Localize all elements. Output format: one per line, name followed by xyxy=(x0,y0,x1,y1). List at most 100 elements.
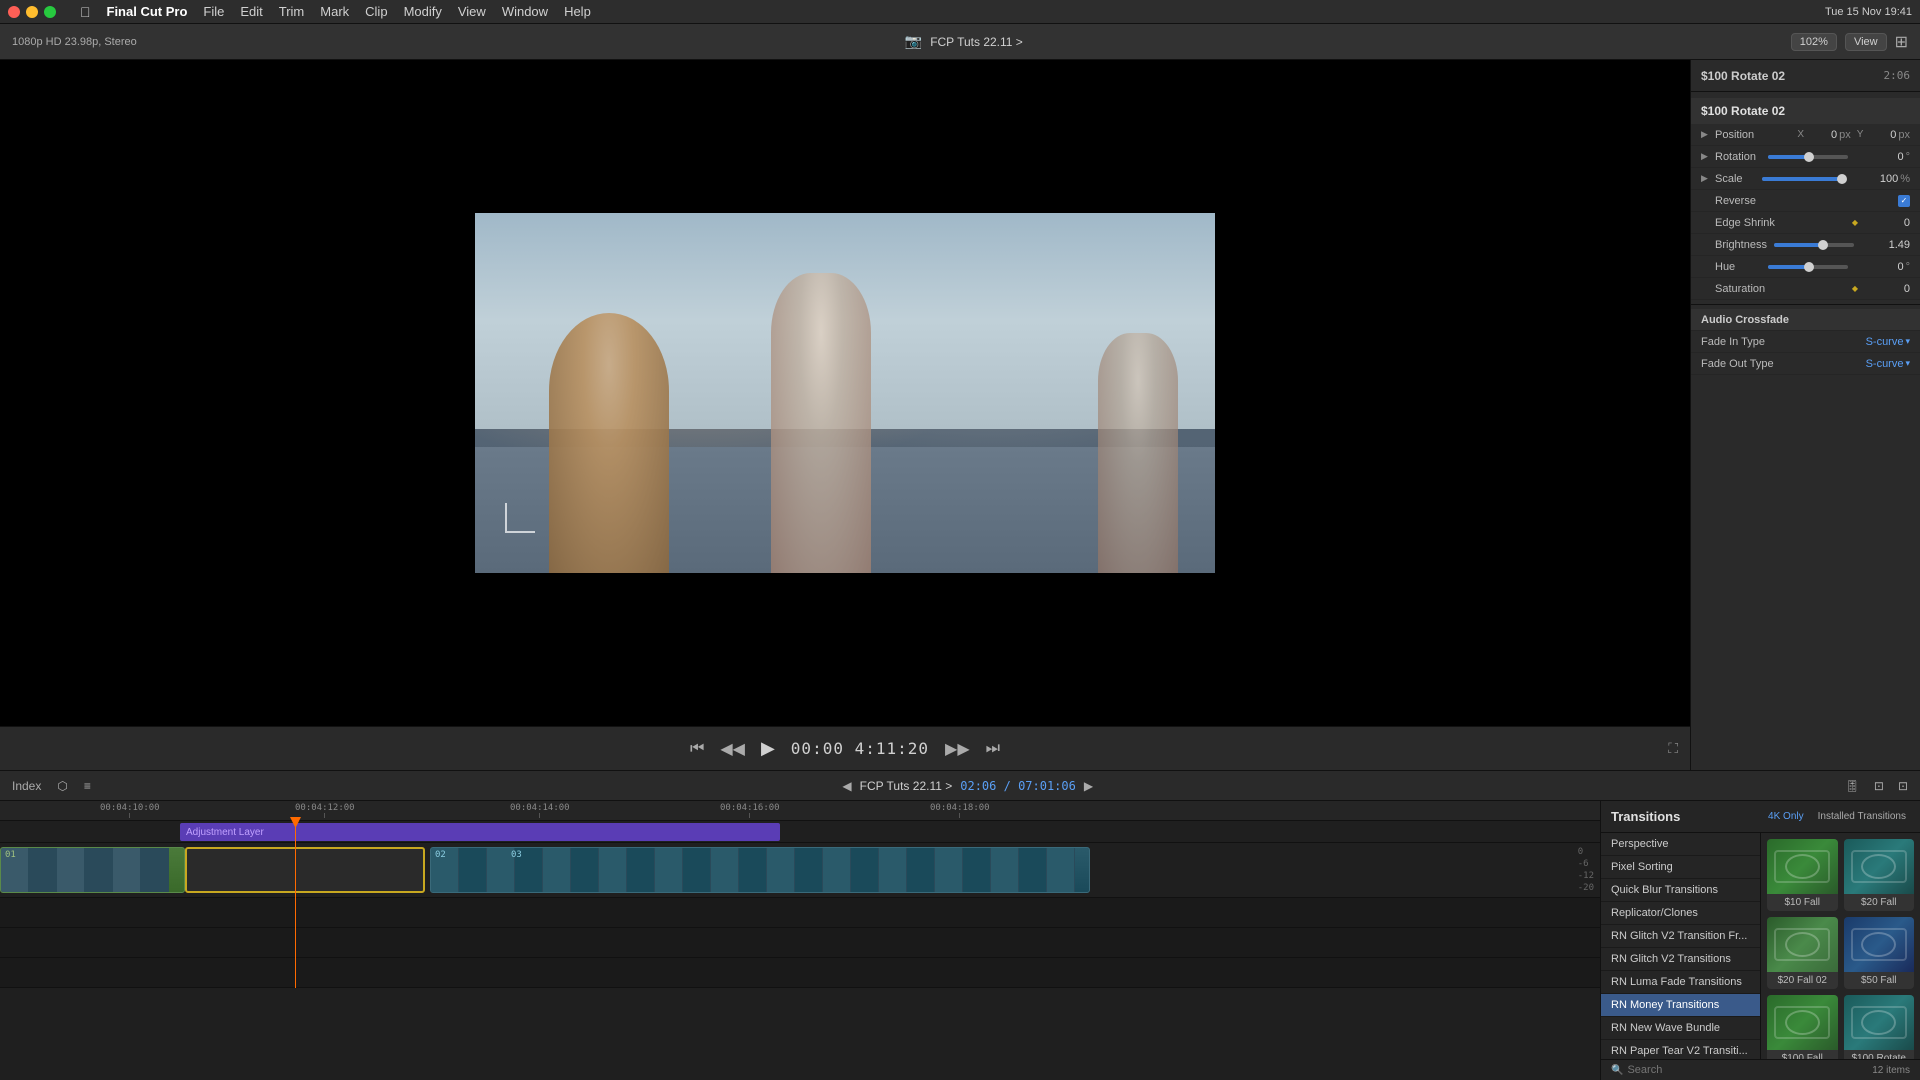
filter-4k-only[interactable]: 4K Only xyxy=(1764,810,1808,823)
project-name[interactable]: FCP Tuts 22.11 > xyxy=(930,35,1023,49)
view-dropdown[interactable]: View xyxy=(1845,33,1887,51)
saturation-value[interactable]: 0 xyxy=(1860,283,1910,295)
transition-card-20-fall-02[interactable]: $20 Fall 02 xyxy=(1767,917,1838,989)
timeline-center: ◀ FCP Tuts 22.11 > 02:06 / 07:01:06 ▶ xyxy=(103,779,1833,793)
category-perspective[interactable]: Perspective xyxy=(1601,833,1760,856)
maximize-button[interactable] xyxy=(44,6,56,18)
fade-in-type-value[interactable]: S-curve xyxy=(1866,336,1904,348)
menu-edit[interactable]: Edit xyxy=(240,4,262,19)
close-button[interactable] xyxy=(8,6,20,18)
scale-slider[interactable] xyxy=(1762,177,1842,181)
transition-card-20-fall[interactable]: $20 Fall xyxy=(1844,839,1915,911)
saturation-keyframe-icon[interactable]: ◆ xyxy=(1852,284,1858,293)
transitions-body: Perspective Pixel Sorting Quick Blur Tra… xyxy=(1601,833,1920,1059)
skip-forward-button[interactable]: ⏭ xyxy=(986,740,1000,758)
scale-unit: % xyxy=(1900,173,1910,185)
edge-shrink-keyframe-icon[interactable]: ◆ xyxy=(1852,218,1858,227)
rotation-value[interactable]: 0 xyxy=(1854,151,1904,163)
menu-view[interactable]: View xyxy=(458,4,486,19)
search-input[interactable] xyxy=(1627,1064,1868,1076)
bill-oval-3 xyxy=(1785,932,1820,957)
step-forward-button[interactable]: ▶▶ xyxy=(945,739,970,759)
app-name[interactable]: Final Cut Pro xyxy=(107,4,188,19)
category-rn-luma-fade[interactable]: RN Luma Fade Transitions xyxy=(1601,971,1760,994)
category-replicator[interactable]: Replicator/Clones xyxy=(1601,902,1760,925)
video-clip-1[interactable]: 01 xyxy=(0,847,185,893)
fade-in-dropdown-icon[interactable]: ▾ xyxy=(1905,336,1910,347)
video-track-1: 01 xyxy=(0,843,1600,898)
menu-trim[interactable]: Trim xyxy=(279,4,305,19)
brightness-value[interactable]: 1.49 xyxy=(1860,239,1910,251)
fullscreen-button[interactable]: ⛶ xyxy=(1668,740,1678,757)
menu-help[interactable]: Help xyxy=(564,4,591,19)
thumbnail-20-fall-02 xyxy=(1767,917,1838,972)
timeline-ruler: 00:04:10:00 00:04:12:00 00:04:14:00 00:0… xyxy=(0,801,1600,821)
audio-meter-button[interactable]: 🎚 xyxy=(1841,777,1864,795)
position-disclosure[interactable]: ▶ xyxy=(1701,129,1715,140)
play-button[interactable]: ▶ xyxy=(761,738,775,759)
hue-slider[interactable] xyxy=(1768,265,1848,269)
apple-menu[interactable]:  xyxy=(80,4,91,20)
step-back-button[interactable]: ◀◀ xyxy=(720,739,745,759)
menu-window[interactable]: Window xyxy=(502,4,548,19)
prev-chapter[interactable]: ◀ xyxy=(842,779,851,793)
track-level-labels: 0 -6 -12 -20 xyxy=(1578,847,1594,893)
edge-shrink-value[interactable]: 0 xyxy=(1860,217,1910,229)
scale-value[interactable]: 100 xyxy=(1848,173,1898,185)
rotation-slider[interactable] xyxy=(1768,155,1848,159)
category-rn-new-wave[interactable]: RN New Wave Bundle xyxy=(1601,1017,1760,1040)
inspector-icon[interactable]: ⊞ xyxy=(1895,32,1908,52)
reverse-checkbox[interactable]: ✓ xyxy=(1898,195,1910,207)
card-label-10-fall: $10 Fall xyxy=(1767,894,1838,911)
next-chapter[interactable]: ▶ xyxy=(1084,779,1093,793)
category-rn-paper-tear-1[interactable]: RN Paper Tear V2 Transiti... xyxy=(1601,1040,1760,1059)
video-clip-2[interactable]: 02 03 xyxy=(430,847,1090,893)
playhead xyxy=(295,821,296,988)
audio-track-2 xyxy=(0,928,1600,958)
category-pixel-sorting[interactable]: Pixel Sorting xyxy=(1601,856,1760,879)
audio-crossfade-label: Audio Crossfade xyxy=(1701,314,1910,326)
fade-out-type-value[interactable]: S-curve xyxy=(1866,358,1904,370)
zoom-to-fit-button[interactable]: ⊡ xyxy=(1894,777,1912,795)
hue-value[interactable]: 0 xyxy=(1854,261,1904,273)
section-divider xyxy=(1691,304,1920,305)
scale-disclosure[interactable]: ▶ xyxy=(1701,173,1715,184)
search-row: 🔍 12 items xyxy=(1601,1059,1920,1080)
zoom-dropdown[interactable]: 102% xyxy=(1791,33,1837,51)
minimize-button[interactable] xyxy=(26,6,38,18)
brightness-slider[interactable] xyxy=(1774,243,1854,247)
category-rn-glitch-v2-fr[interactable]: RN Glitch V2 Transition Fr... xyxy=(1601,925,1760,948)
effect-name: $100 Rotate 02 xyxy=(1691,98,1920,124)
menu-mark[interactable]: Mark xyxy=(320,4,349,19)
menu-file[interactable]: File xyxy=(203,4,224,19)
menu-clip[interactable]: Clip xyxy=(365,4,387,19)
category-quick-blur[interactable]: Quick Blur Transitions xyxy=(1601,879,1760,902)
position-x-value[interactable]: 0 xyxy=(1807,129,1837,141)
position-y-value[interactable]: 0 xyxy=(1866,129,1896,141)
adjustment-layer-clip[interactable]: Adjustment Layer xyxy=(180,823,780,841)
clip-appearance-button[interactable]: ⬡ xyxy=(53,777,71,795)
transition-card-100-fall[interactable]: $100 Fall xyxy=(1767,995,1838,1059)
menu-modify[interactable]: Modify xyxy=(404,4,442,19)
rotation-disclosure[interactable]: ▶ xyxy=(1701,151,1715,162)
transition-card-50-fall[interactable]: $50 Fall xyxy=(1844,917,1915,989)
thumbnail-100-fall xyxy=(1767,995,1838,1050)
snapping-button[interactable]: ⊡ xyxy=(1870,777,1888,795)
index-tab[interactable]: Index xyxy=(8,777,45,795)
fade-out-dropdown-icon[interactable]: ▾ xyxy=(1905,358,1910,369)
timeline-toolbar: Index ⬡ ≡ ◀ FCP Tuts 22.11 > 02:06 / 07:… xyxy=(0,771,1920,801)
audio-lanes-button[interactable]: ≡ xyxy=(80,777,95,795)
hue-unit: ° xyxy=(1906,261,1910,273)
filter-installed[interactable]: Installed Transitions xyxy=(1814,810,1910,823)
transition-card-10-fall[interactable]: $10 Fall xyxy=(1767,839,1838,911)
transition-card-100-rotate[interactable]: $100 Rotate xyxy=(1844,995,1915,1059)
category-rn-glitch-v2[interactable]: RN Glitch V2 Transitions xyxy=(1601,948,1760,971)
project-label[interactable]: FCP Tuts 22.11 > xyxy=(860,779,953,793)
skip-back-button[interactable]: ⏮ xyxy=(690,740,704,758)
scale-param: ▶ Scale 100 % xyxy=(1691,168,1920,190)
timecode-display: 00:00 4:11:20 xyxy=(791,739,929,758)
x-label: X xyxy=(1797,129,1804,140)
position-param: ▶ Position X 0 px Y 0 px xyxy=(1691,124,1920,146)
category-rn-money[interactable]: RN Money Transitions xyxy=(1601,994,1760,1017)
gap-clip[interactable] xyxy=(185,847,425,893)
